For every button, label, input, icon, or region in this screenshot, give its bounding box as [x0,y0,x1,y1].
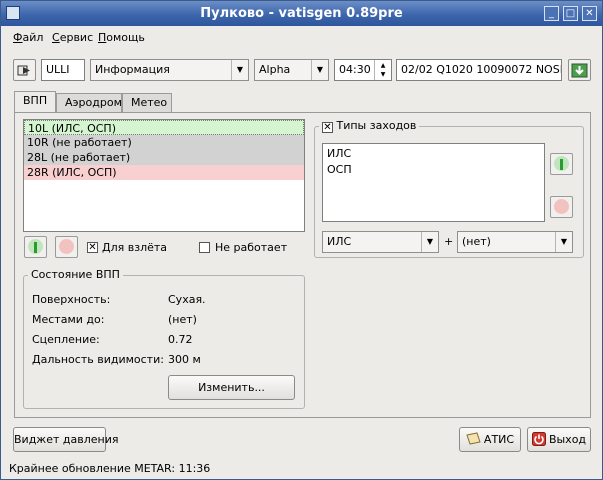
friction-label: Сцепление: [32,333,100,346]
approach-list[interactable]: ИЛС ОСП [322,143,545,222]
spin-arrows-icon[interactable]: ▲ ▼ [374,60,391,80]
menu-file-label: айл [22,31,44,44]
airport-code-field[interactable]: ULLI [41,59,85,81]
runway-row[interactable]: 10L (ИЛС, ОСП) [24,120,304,135]
close-button[interactable]: ✕ [582,6,597,21]
atis-button[interactable]: АТИС [459,427,521,452]
menu-service-mnemonic: С [52,31,60,44]
approach-combo-primary-value: ИЛС [327,235,352,248]
paper-icon [466,432,481,445]
chevron-down-icon: ▼ [231,60,248,80]
maximize-button[interactable]: □ [563,6,578,21]
surface-label: Поверхность: [32,293,111,306]
load-airport-button[interactable] [13,59,36,81]
runway-row[interactable]: 28R (ИЛС, ОСП) [24,165,304,180]
change-state-button[interactable]: Изменить... [168,375,295,400]
main-window: Пулково - vatisgen 0.89pre _ □ ✕ Файл Се… [0,0,603,480]
chevron-down-icon: ▼ [555,232,572,252]
plus-icon [28,239,43,254]
power-icon [531,432,546,446]
surface-value: Сухая. [168,293,206,306]
takeoff-label: Для взлёта [102,241,168,254]
plus-icon [554,156,569,171]
atis-letter-value: Alpha [259,63,291,76]
menu-help[interactable]: Помощь [98,31,145,44]
friction-value: 0.72 [168,333,193,346]
approach-combo-secondary-value: (нет) [462,235,491,248]
exit-button-label: Выход [548,433,587,446]
patches-label: Местами до: [32,313,105,326]
remove-approach-button[interactable] [550,196,573,218]
takeoff-checkbox[interactable]: ✕ [87,242,98,253]
minus-icon [554,199,569,214]
minimize-button[interactable]: _ [544,6,559,21]
tab-runway[interactable]: ВПП [14,91,56,113]
tab-meteo[interactable]: Метео [122,93,172,112]
atis-letter-select[interactable]: Alpha ▼ [254,59,329,81]
time-value: 04:30 [339,63,371,76]
minus-icon [59,239,74,254]
approach-types-checkbox[interactable]: ✕ [322,122,333,133]
update-metar-button[interactable] [568,59,591,81]
download-icon [571,63,588,78]
menu-bar: Файл Сервис Помощь [1,27,602,47]
title-bar[interactable]: Пулково - vatisgen 0.89pre _ □ ✕ [1,1,602,26]
runway-row[interactable]: 10R (не работает) [24,135,304,150]
approach-types-title: Типы заходов [336,119,417,132]
metar-field[interactable]: 02/02 Q1020 10090072 NOSIG [396,59,562,81]
chevron-down-icon: ▼ [311,60,328,80]
status-bar: Крайнее обновление METAR: 11:36 [9,462,211,475]
visibility-value: 300 м [168,353,201,366]
pressure-widget-button[interactable]: Виджет давления [13,427,118,452]
runway-list[interactable]: 10L (ИЛС, ОСП) 10R (не работает) 28L (не… [23,119,305,232]
approach-types-header: ✕ Типы заходов [319,119,420,133]
inactive-checkbox[interactable] [199,242,210,253]
inactive-label: Не работает [215,241,288,254]
menu-service-label: ервис [59,31,94,44]
patches-value: (нет) [168,313,197,326]
plus-sign: + [444,235,454,248]
visibility-label: Дальность видимости: [32,353,164,366]
menu-file[interactable]: Файл [13,31,43,44]
chevron-down-icon: ▼ [421,232,438,252]
time-spinbox[interactable]: 04:30 ▲ ▼ [334,59,392,81]
atis-button-label: АТИС [483,433,515,446]
window-title: Пулково - vatisgen 0.89pre [200,6,403,21]
remove-runway-button[interactable] [55,236,78,258]
approach-combo-primary[interactable]: ИЛС ▼ [322,231,439,253]
info-type-select[interactable]: Информация ▼ [90,59,249,81]
info-type-value: Информация [95,63,170,76]
exit-button[interactable]: Выход [527,427,591,452]
approach-combo-secondary[interactable]: (нет) ▼ [457,231,573,253]
list-item[interactable]: ИЛС [327,146,540,162]
menu-help-label: омощь [106,31,145,44]
menu-service[interactable]: Сервис [52,31,93,44]
add-approach-button[interactable] [550,153,573,175]
tab-aerodrome[interactable]: Аэродром [56,93,122,112]
import-icon [17,65,30,76]
runway-state-title: Состояние ВПП [28,268,123,281]
runway-row[interactable]: 28L (не работает) [24,150,304,165]
list-item[interactable]: ОСП [327,162,540,178]
add-runway-button[interactable] [24,236,47,258]
